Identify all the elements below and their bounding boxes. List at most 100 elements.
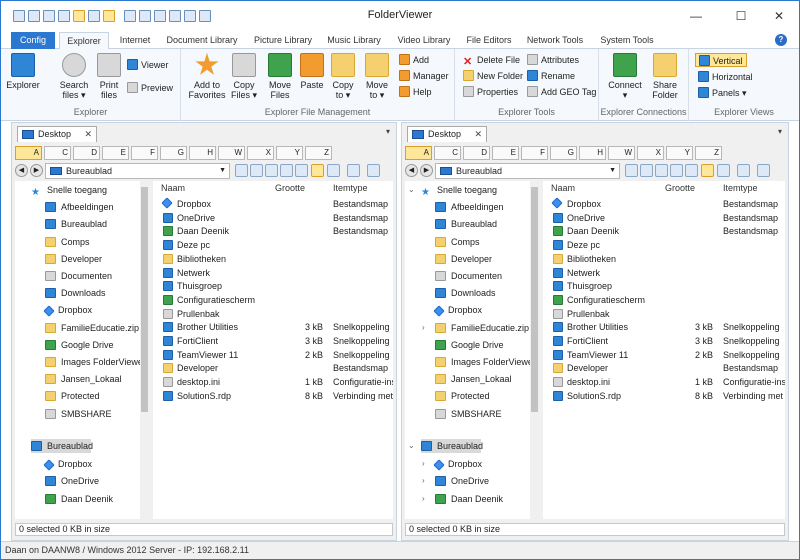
pane-toolbar-icon-3[interactable] (655, 164, 668, 177)
expand-icon[interactable]: › (422, 474, 425, 488)
collapse-icon[interactable]: ⌄ (408, 439, 415, 453)
tree-item[interactable]: Developer (435, 252, 492, 266)
pane-toolbar-icon-9[interactable] (757, 164, 770, 177)
column-header-type[interactable]: Itemtype (333, 181, 368, 195)
list-item[interactable]: Developer Bestandsmap (153, 361, 393, 375)
tree-item[interactable]: Protected (435, 389, 490, 403)
list-item[interactable]: Dropbox Bestandsmap (153, 197, 393, 211)
tree-item[interactable]: ⌄ Bureaublad (408, 439, 483, 453)
drive-h-button[interactable]: H (579, 146, 606, 160)
tree-item[interactable]: ★ Snelle toegang (31, 183, 107, 198)
tree-item[interactable]: Bureaublad (31, 439, 93, 453)
tree-item[interactable]: SMBSHARE (435, 407, 502, 421)
column-header-name[interactable]: Naam (551, 181, 575, 195)
tree-item[interactable]: Jansen_Lokaal (435, 372, 512, 386)
drive-y-button[interactable]: Y (276, 146, 303, 160)
maximize-button[interactable]: ☐ (734, 9, 748, 23)
tree-item[interactable]: Bureaublad (45, 217, 107, 231)
preview-button[interactable]: Preview (127, 81, 173, 95)
list-item[interactable]: SolutionS.rdp8 kBVerbinding met ex... (543, 389, 785, 403)
tree-item[interactable]: Bureaublad (435, 217, 497, 231)
expand-icon[interactable]: › (422, 492, 425, 506)
tab-network-tools[interactable]: Network Tools (523, 32, 587, 49)
drive-w-button[interactable]: W (608, 146, 635, 160)
drive-f-button[interactable]: F (131, 146, 158, 160)
pane-toolbar-icon-3[interactable] (265, 164, 278, 177)
tree-item[interactable]: Google Drive (45, 338, 114, 352)
manager-button[interactable]: Manager (399, 69, 449, 83)
column-header-name[interactable]: Naam (161, 181, 185, 195)
list-item[interactable]: TeamViewer 11 2 kB Snelkoppeling (543, 348, 785, 362)
list-item[interactable]: Bibliotheken (153, 252, 393, 266)
tree-item[interactable]: Protected (45, 389, 100, 403)
tree-item[interactable]: Downloads (435, 286, 496, 300)
pane-toolbar-icon-1[interactable] (625, 164, 638, 177)
list-item[interactable]: Thuisgroep (153, 279, 393, 293)
copy-files-button[interactable]: Copy Files ▾ (227, 53, 261, 100)
copy-to-button[interactable]: Copy to ▾ (327, 53, 359, 100)
add-to-favorites-button[interactable]: Add to Favorites (185, 53, 229, 100)
tab-system-tools[interactable]: System Tools (597, 32, 657, 49)
list-item[interactable]: Brother Utilities 3 kB Snelkoppeling (543, 320, 785, 334)
close-tab-icon[interactable]: ✕ (474, 127, 482, 142)
close-tab-icon[interactable]: ✕ (84, 127, 92, 142)
list-item[interactable]: SolutionS.rdp8 kBVerbinding met ex... (153, 389, 393, 403)
expand-icon[interactable]: › (422, 321, 425, 335)
pane-toolbar-icon-7[interactable] (327, 164, 340, 177)
list-item[interactable]: FortiClient 3 kB Snelkoppeling (543, 334, 785, 348)
chevron-down-icon[interactable]: ▼ (609, 164, 616, 178)
pane-menu-icon[interactable]: ▾ (386, 127, 390, 136)
horizontal-view-button[interactable]: Horizontal (698, 70, 753, 84)
pane-toolbar-icon-6[interactable] (311, 164, 324, 177)
list-item[interactable]: Prullenbak (153, 307, 393, 321)
tree-scrollbar[interactable] (530, 181, 539, 519)
drive-z-button[interactable]: Z (305, 146, 332, 160)
scrollbar-thumb[interactable] (531, 187, 538, 412)
list-item[interactable]: Dropbox Bestandsmap (543, 197, 785, 211)
tab-explorer[interactable]: Explorer (59, 32, 109, 50)
tree-item[interactable]: Dropbox (43, 303, 92, 318)
pane-toolbar-icon-5[interactable] (685, 164, 698, 177)
drive-d-button[interactable]: D (463, 146, 490, 160)
tree-item[interactable]: Images FolderViewer (45, 355, 146, 369)
move-to-button[interactable]: Move to ▾ (361, 53, 393, 100)
drive-g-button[interactable]: G (160, 146, 187, 160)
add-button[interactable]: Add (399, 53, 429, 67)
drive-g-button[interactable]: G (550, 146, 577, 160)
tree-item[interactable]: Afbeeldingen (435, 200, 504, 214)
tree-item[interactable]: Comps (435, 235, 480, 249)
list-item[interactable]: FortiClient 3 kB Snelkoppeling (153, 334, 393, 348)
new-folder-button[interactable]: New Folder (463, 69, 523, 83)
tab-video-library[interactable]: Video Library (393, 32, 455, 49)
list-item[interactable]: Prullenbak (543, 307, 785, 321)
tree-item[interactable]: Daan Deenik (45, 492, 113, 506)
scrollbar-thumb[interactable] (141, 187, 148, 412)
forward-icon[interactable]: ▶ (420, 164, 433, 177)
drive-z-button[interactable]: Z (695, 146, 722, 160)
pane-toolbar-icon-8[interactable] (347, 164, 360, 177)
pane-toolbar-icon-7[interactable] (717, 164, 730, 177)
paste-button[interactable]: Paste (297, 53, 327, 90)
pane-toolbar-icon-2[interactable] (250, 164, 263, 177)
close-button[interactable]: ✕ (772, 9, 786, 23)
drive-c-button[interactable]: C (434, 146, 461, 160)
tree-item[interactable]: Afbeeldingen (45, 200, 114, 214)
list-item[interactable]: Brother Utilities 3 kB Snelkoppeling (153, 320, 393, 334)
list-item[interactable]: Deze pc (543, 238, 785, 252)
tree-item[interactable]: › FamilieEducatie.zip (422, 321, 529, 335)
tree-item[interactable]: Downloads (45, 286, 106, 300)
tab-config[interactable]: Config (11, 32, 55, 49)
chevron-down-icon[interactable]: ▼ (219, 164, 226, 178)
pane-toolbar-icon-8[interactable] (737, 164, 750, 177)
drive-x-button[interactable]: X (637, 146, 664, 160)
list-item[interactable]: Netwerk (153, 266, 393, 280)
tree-item[interactable]: › Daan Deenik (422, 492, 503, 506)
pane-menu-icon[interactable]: ▾ (778, 127, 782, 136)
attributes-button[interactable]: Attributes (527, 53, 579, 67)
list-item[interactable]: TeamViewer 11 2 kB Snelkoppeling (153, 348, 393, 362)
drive-f-button[interactable]: F (521, 146, 548, 160)
viewer-button[interactable]: Viewer (127, 58, 168, 72)
pane-tab-desktop[interactable]: Desktop ✕ (407, 126, 487, 142)
properties-button[interactable]: Properties (463, 85, 518, 99)
search-files-button[interactable]: Search files ▾ (56, 53, 92, 100)
